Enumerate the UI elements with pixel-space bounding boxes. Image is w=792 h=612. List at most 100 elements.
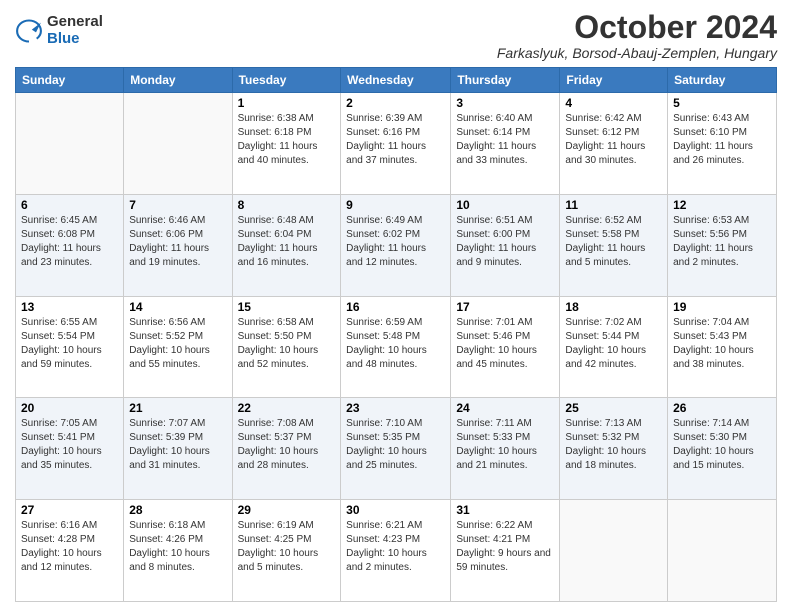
page: General Blue October 2024 Farkaslyuk, Bo…	[0, 0, 792, 612]
calendar-cell: 21 Sunrise: 7:07 AM Sunset: 5:39 PM Dayli…	[124, 398, 232, 500]
day-info: Sunrise: 6:49 AM Sunset: 6:02 PM Dayligh…	[346, 214, 445, 270]
calendar-week-2: 6 Sunrise: 6:45 AM Sunset: 6:08 PM Daylig…	[16, 194, 777, 296]
calendar-col-tuesday: Tuesday	[232, 68, 341, 93]
logo-general-text: General	[47, 14, 103, 31]
day-number: 11	[565, 198, 662, 212]
day-number: 28	[129, 503, 226, 517]
day-info: Sunrise: 6:22 AM Sunset: 4:21 PM Dayligh…	[456, 519, 554, 575]
calendar-cell: 10Sunrise: 6:51 AM Sunset: 6:00 PM Dayli…	[451, 194, 560, 296]
day-info: Sunrise: 6:43 AM Sunset: 6:10 PM Dayligh…	[673, 112, 771, 168]
day-number: 25	[565, 401, 662, 415]
day-info: Sunrise: 6:39 AM Sunset: 6:16 PM Dayligh…	[346, 112, 445, 168]
day-info: Sunrise: 6:46 AM Sunset: 6:06 PM Dayligh…	[129, 214, 226, 270]
calendar-cell: 23Sunrise: 7:10 AM Sunset: 5:35 PM Dayli…	[341, 398, 451, 500]
day-info: Sunrise: 7:14 AM Sunset: 5:30 PM Dayligh…	[673, 417, 771, 473]
day-number: 19	[673, 300, 771, 314]
day-number: 17	[456, 300, 554, 314]
calendar-cell: 4 Sunrise: 6:42 AM Sunset: 6:12 PM Daylig…	[560, 93, 668, 195]
calendar-cell: 26Sunrise: 7:14 AM Sunset: 5:30 PM Dayli…	[668, 398, 777, 500]
calendar-cell: 5Sunrise: 6:43 AM Sunset: 6:10 PM Daylig…	[668, 93, 777, 195]
calendar-cell: 28 Sunrise: 6:18 AM Sunset: 4:26 PM Dayli…	[124, 500, 232, 602]
day-info: Sunrise: 6:45 AM Sunset: 6:08 PM Dayligh…	[21, 214, 118, 270]
calendar-cell: 15 Sunrise: 6:58 AM Sunset: 5:50 PM Dayli…	[232, 296, 341, 398]
day-number: 4	[565, 96, 662, 110]
day-info: Sunrise: 7:10 AM Sunset: 5:35 PM Dayligh…	[346, 417, 445, 473]
calendar-cell: 31 Sunrise: 6:22 AM Sunset: 4:21 PM Dayli…	[451, 500, 560, 602]
day-info: Sunrise: 6:21 AM Sunset: 4:23 PM Dayligh…	[346, 519, 445, 575]
day-info: Sunrise: 6:38 AM Sunset: 6:18 PM Dayligh…	[238, 112, 336, 168]
calendar-cell: 30Sunrise: 6:21 AM Sunset: 4:23 PM Dayli…	[341, 500, 451, 602]
calendar-cell: 8 Sunrise: 6:48 AM Sunset: 6:04 PM Daylig…	[232, 194, 341, 296]
calendar-cell: 27 Sunrise: 6:16 AM Sunset: 4:28 PM Dayli…	[16, 500, 124, 602]
day-info: Sunrise: 6:40 AM Sunset: 6:14 PM Dayligh…	[456, 112, 554, 168]
logo-icon	[15, 17, 43, 45]
calendar: SundayMondayTuesdayWednesdayThursdayFrid…	[15, 67, 777, 602]
logo: General Blue	[15, 14, 103, 47]
calendar-cell: 19 Sunrise: 7:04 AM Sunset: 5:43 PM Dayli…	[668, 296, 777, 398]
calendar-cell	[124, 93, 232, 195]
day-number: 12	[673, 198, 771, 212]
day-info: Sunrise: 6:53 AM Sunset: 5:56 PM Dayligh…	[673, 214, 771, 270]
calendar-col-friday: Friday	[560, 68, 668, 93]
day-info: Sunrise: 6:48 AM Sunset: 6:04 PM Dayligh…	[238, 214, 336, 270]
calendar-cell: 11 Sunrise: 6:52 AM Sunset: 5:58 PM Dayli…	[560, 194, 668, 296]
day-info: Sunrise: 7:01 AM Sunset: 5:46 PM Dayligh…	[456, 316, 554, 372]
month-title: October 2024	[497, 10, 777, 45]
calendar-cell: 24 Sunrise: 7:11 AM Sunset: 5:33 PM Dayli…	[451, 398, 560, 500]
day-number: 27	[21, 503, 118, 517]
day-info: Sunrise: 6:42 AM Sunset: 6:12 PM Dayligh…	[565, 112, 662, 168]
location: Farkaslyuk, Borsod-Abauj-Zemplen, Hungar…	[497, 45, 777, 61]
day-info: Sunrise: 6:52 AM Sunset: 5:58 PM Dayligh…	[565, 214, 662, 270]
day-info: Sunrise: 7:04 AM Sunset: 5:43 PM Dayligh…	[673, 316, 771, 372]
calendar-week-4: 20 Sunrise: 7:05 AM Sunset: 5:41 PM Dayli…	[16, 398, 777, 500]
calendar-cell: 29Sunrise: 6:19 AM Sunset: 4:25 PM Dayli…	[232, 500, 341, 602]
day-number: 9	[346, 198, 445, 212]
calendar-cell: 7Sunrise: 6:46 AM Sunset: 6:06 PM Daylig…	[124, 194, 232, 296]
calendar-week-3: 13 Sunrise: 6:55 AM Sunset: 5:54 PM Dayli…	[16, 296, 777, 398]
day-info: Sunrise: 6:56 AM Sunset: 5:52 PM Dayligh…	[129, 316, 226, 372]
calendar-cell: 22Sunrise: 7:08 AM Sunset: 5:37 PM Dayli…	[232, 398, 341, 500]
day-number: 6	[21, 198, 118, 212]
day-number: 21	[129, 401, 226, 415]
day-number: 18	[565, 300, 662, 314]
day-info: Sunrise: 6:59 AM Sunset: 5:48 PM Dayligh…	[346, 316, 445, 372]
logo-blue-text: Blue	[47, 31, 103, 48]
day-number: 29	[238, 503, 336, 517]
header: General Blue October 2024 Farkaslyuk, Bo…	[15, 10, 777, 61]
title-block: October 2024 Farkaslyuk, Borsod-Abauj-Ze…	[497, 10, 777, 61]
calendar-cell: 20 Sunrise: 7:05 AM Sunset: 5:41 PM Dayli…	[16, 398, 124, 500]
calendar-col-monday: Monday	[124, 68, 232, 93]
day-info: Sunrise: 6:51 AM Sunset: 6:00 PM Dayligh…	[456, 214, 554, 270]
day-info: Sunrise: 7:07 AM Sunset: 5:39 PM Dayligh…	[129, 417, 226, 473]
day-number: 2	[346, 96, 445, 110]
calendar-header-row: SundayMondayTuesdayWednesdayThursdayFrid…	[16, 68, 777, 93]
day-number: 15	[238, 300, 336, 314]
day-number: 14	[129, 300, 226, 314]
day-number: 13	[21, 300, 118, 314]
day-info: Sunrise: 6:16 AM Sunset: 4:28 PM Dayligh…	[21, 519, 118, 575]
day-info: Sunrise: 6:55 AM Sunset: 5:54 PM Dayligh…	[21, 316, 118, 372]
calendar-cell: 2 Sunrise: 6:39 AM Sunset: 6:16 PM Daylig…	[341, 93, 451, 195]
calendar-cell: 13 Sunrise: 6:55 AM Sunset: 5:54 PM Dayli…	[16, 296, 124, 398]
calendar-cell: 25Sunrise: 7:13 AM Sunset: 5:32 PM Dayli…	[560, 398, 668, 500]
day-number: 31	[456, 503, 554, 517]
day-number: 20	[21, 401, 118, 415]
calendar-cell	[560, 500, 668, 602]
day-number: 24	[456, 401, 554, 415]
day-info: Sunrise: 7:05 AM Sunset: 5:41 PM Dayligh…	[21, 417, 118, 473]
calendar-cell: 1 Sunrise: 6:38 AM Sunset: 6:18 PM Daylig…	[232, 93, 341, 195]
calendar-col-thursday: Thursday	[451, 68, 560, 93]
calendar-cell: 9 Sunrise: 6:49 AM Sunset: 6:02 PM Daylig…	[341, 194, 451, 296]
day-info: Sunrise: 6:58 AM Sunset: 5:50 PM Dayligh…	[238, 316, 336, 372]
day-info: Sunrise: 7:11 AM Sunset: 5:33 PM Dayligh…	[456, 417, 554, 473]
calendar-cell	[16, 93, 124, 195]
day-number: 1	[238, 96, 336, 110]
day-number: 8	[238, 198, 336, 212]
day-number: 16	[346, 300, 445, 314]
calendar-col-wednesday: Wednesday	[341, 68, 451, 93]
calendar-cell: 12 Sunrise: 6:53 AM Sunset: 5:56 PM Dayli…	[668, 194, 777, 296]
calendar-cell	[668, 500, 777, 602]
calendar-col-sunday: Sunday	[16, 68, 124, 93]
day-info: Sunrise: 6:18 AM Sunset: 4:26 PM Dayligh…	[129, 519, 226, 575]
day-info: Sunrise: 7:02 AM Sunset: 5:44 PM Dayligh…	[565, 316, 662, 372]
